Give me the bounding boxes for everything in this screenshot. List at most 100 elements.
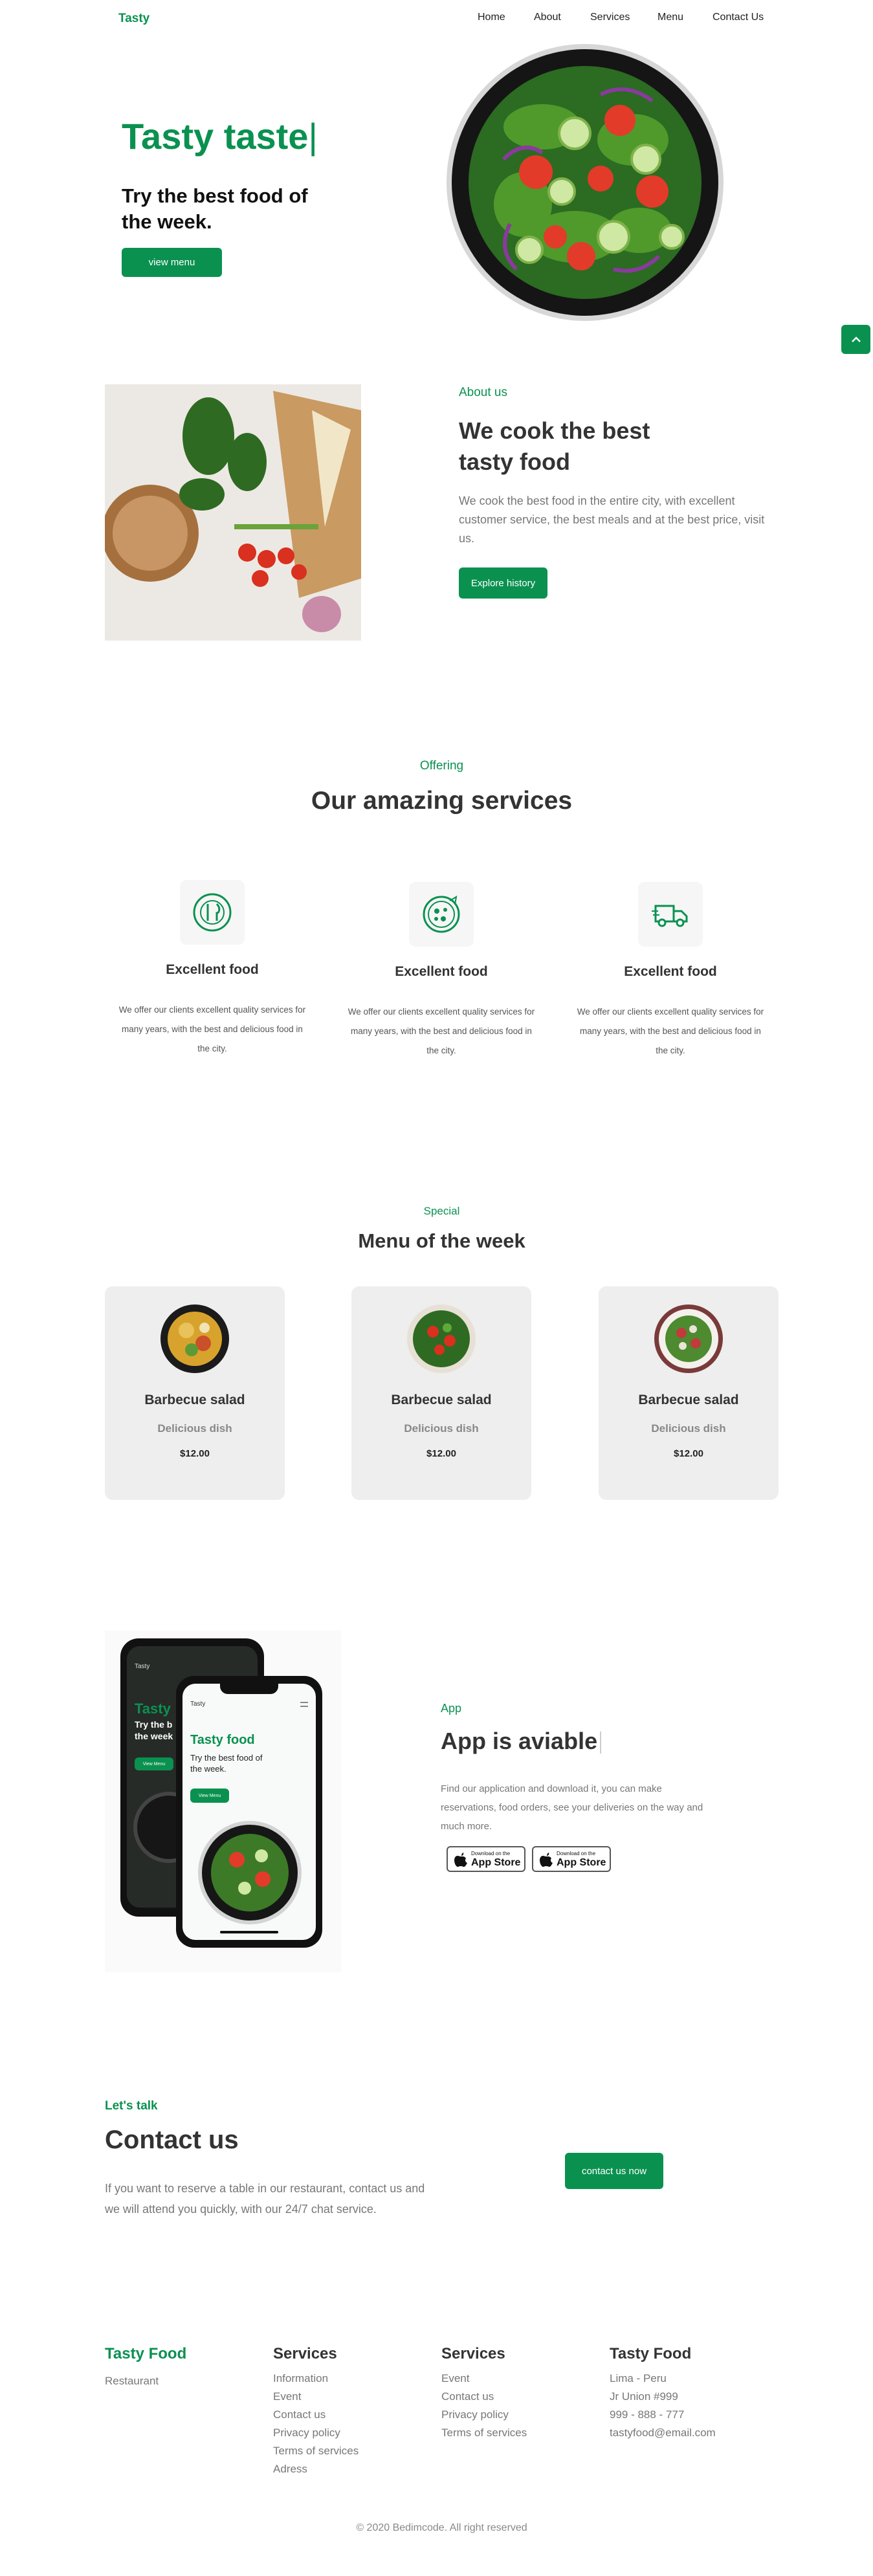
scroll-top-button[interactable]	[841, 325, 870, 354]
footer-col-title: Services	[273, 2345, 337, 2362]
explore-history-button[interactable]: Explore history	[459, 567, 547, 599]
app-store-button[interactable]: Download on the App Store	[447, 1846, 525, 1872]
services-eyebrow: Offering	[419, 759, 464, 773]
app-phones-image: Tasty Tasty Try the b the week View Menu…	[105, 1631, 342, 1972]
contact-text: If you want to reserve a table in our re…	[105, 2182, 425, 2216]
footer-link[interactable]: Privacy policy	[441, 2406, 527, 2424]
nav-home[interactable]: Home	[478, 12, 505, 23]
app-store-button[interactable]: Download on the App Store	[532, 1846, 611, 1872]
hero-salad-image	[445, 43, 725, 322]
nav-about[interactable]: About	[534, 12, 561, 23]
footer-phone: 999 - 888 - 777	[610, 2408, 685, 2421]
phone-front-screen: Tasty Tasty food Try the best food of th…	[182, 1684, 316, 1940]
dish-price: $12.00	[426, 1448, 456, 1459]
dish-price: $12.00	[674, 1448, 703, 1459]
footer-address: Lima - Peru	[610, 2372, 667, 2384]
footer-brand-sub: Restaurant	[105, 2375, 159, 2387]
menu-card[interactable]: Barbecue salad Delicious dish $12.00	[599, 1286, 779, 1500]
chevron-up-icon	[851, 336, 861, 342]
phone-back-button-label: View Menu	[142, 1761, 166, 1767]
dish-subtitle: Delicious dish	[157, 1422, 232, 1435]
phone-back-title: Tasty	[135, 1701, 171, 1717]
footer-link[interactable]: Event	[273, 2388, 359, 2406]
about-title: We cook the best tasty food	[459, 417, 650, 475]
menu-card[interactable]: Barbecue salad Delicious dish $12.00	[351, 1286, 531, 1500]
dish-subtitle: Delicious dish	[404, 1422, 479, 1435]
service-icon-box	[409, 882, 474, 947]
app-store-big: App Store	[471, 1857, 521, 1868]
apple-icon	[540, 1853, 553, 1867]
footer-link[interactable]: Event	[441, 2370, 527, 2388]
app-title-text: App is aviable	[441, 1728, 598, 1754]
pizza-icon	[423, 896, 460, 933]
phone-back-logo: Tasty	[135, 1663, 150, 1670]
contact-title: Contact us	[105, 2126, 239, 2154]
apple-icon	[454, 1853, 467, 1867]
app-title-cursor	[600, 1732, 602, 1754]
contact-us-button[interactable]: contact us now	[565, 2153, 663, 2189]
service-text: We offer our clients excellent quality s…	[348, 1007, 535, 1055]
dish-image	[654, 1305, 723, 1373]
cutlery-plate-icon	[193, 893, 232, 932]
about-image	[105, 384, 361, 641]
phone-subtitle: Try the best food of the week.	[190, 1753, 263, 1774]
footer-col-services-2: Services Event Contact us Privacy policy…	[441, 2345, 527, 2442]
view-menu-button[interactable]: view menu	[122, 248, 222, 277]
phone-salad-illustration	[198, 1821, 302, 1924]
hero-title: Tasty taste|	[122, 115, 318, 157]
about-eyebrow: About us	[459, 386, 507, 399]
footer-link[interactable]: Terms of services	[273, 2442, 359, 2460]
dish-subtitle: Delicious dish	[651, 1422, 726, 1435]
menu-eyebrow: Special	[423, 1205, 460, 1217]
app-store-big: App Store	[557, 1857, 606, 1868]
phone-notch	[220, 1684, 278, 1694]
footer-link[interactable]: Privacy policy	[273, 2424, 359, 2442]
salad-bowl-illustration	[447, 44, 724, 321]
phone-salad	[198, 1821, 302, 1924]
phone-menu-icon	[300, 1702, 308, 1707]
hero-title-text: Tasty taste	[122, 116, 309, 157]
dish-name: Barbecue salad	[144, 1393, 245, 1407]
phone-home-bar	[220, 1931, 278, 1933]
nav-menu[interactable]: Menu	[658, 12, 683, 23]
logo[interactable]: Tasty	[118, 12, 149, 26]
phone-back-button: View Menu	[135, 1757, 173, 1770]
nav-services[interactable]: Services	[590, 12, 630, 23]
menu-title: Menu of the week	[358, 1229, 525, 1252]
phone-button-label: View Menu	[198, 1793, 221, 1798]
footer-street: Jr Union #999	[610, 2390, 678, 2403]
menu-card[interactable]: Barbecue salad Delicious dish $12.00	[105, 1286, 285, 1500]
footer-link[interactable]: Contact us	[273, 2406, 359, 2424]
service-text: We offer our clients excellent quality s…	[577, 1007, 764, 1055]
app-store-small: Download on the	[557, 1851, 596, 1856]
service-item: Excellent food We offer our clients exce…	[116, 874, 308, 1068]
dish-name: Barbecue salad	[391, 1393, 492, 1407]
footer-link[interactable]: Terms of services	[441, 2424, 527, 2442]
app-title: App is aviable	[441, 1728, 602, 1755]
footer-email[interactable]: tastyfood@email.com	[610, 2424, 716, 2442]
delivery-truck-icon	[652, 905, 688, 927]
phone-front: Tasty Tasty food Try the best food of th…	[176, 1676, 322, 1948]
footer-brand: Tasty Food	[105, 2345, 187, 2362]
typing-cursor: |	[308, 116, 318, 157]
app-text: Find our application and download it, yo…	[441, 1783, 703, 1832]
footer-link[interactable]: Information	[273, 2370, 359, 2388]
app-store-small: Download on the	[471, 1851, 511, 1856]
footer-link[interactable]: Contact us	[441, 2388, 527, 2406]
about-text: We cook the best food in the entire city…	[459, 494, 765, 545]
dish-image	[407, 1305, 476, 1373]
app-eyebrow: App	[441, 1702, 462, 1715]
dish-illustration	[654, 1305, 723, 1373]
services-title: Our amazing services	[311, 787, 573, 815]
header: Tasty Home About Services Menu Contact U…	[0, 0, 873, 39]
footer-link[interactable]: Adress	[273, 2460, 359, 2478]
phone-title: Tasty food	[190, 1733, 255, 1747]
dish-name: Barbecue salad	[638, 1393, 739, 1407]
nav-contact[interactable]: Contact Us	[713, 12, 764, 23]
service-icon-box	[638, 882, 703, 947]
footer-col-title: Services	[441, 2345, 505, 2362]
service-title: Excellent food	[166, 962, 259, 977]
ingredients-illustration	[105, 384, 361, 641]
service-item: Excellent food We offer our clients exce…	[575, 875, 766, 1070]
service-text: We offer our clients excellent quality s…	[118, 1005, 306, 1053]
